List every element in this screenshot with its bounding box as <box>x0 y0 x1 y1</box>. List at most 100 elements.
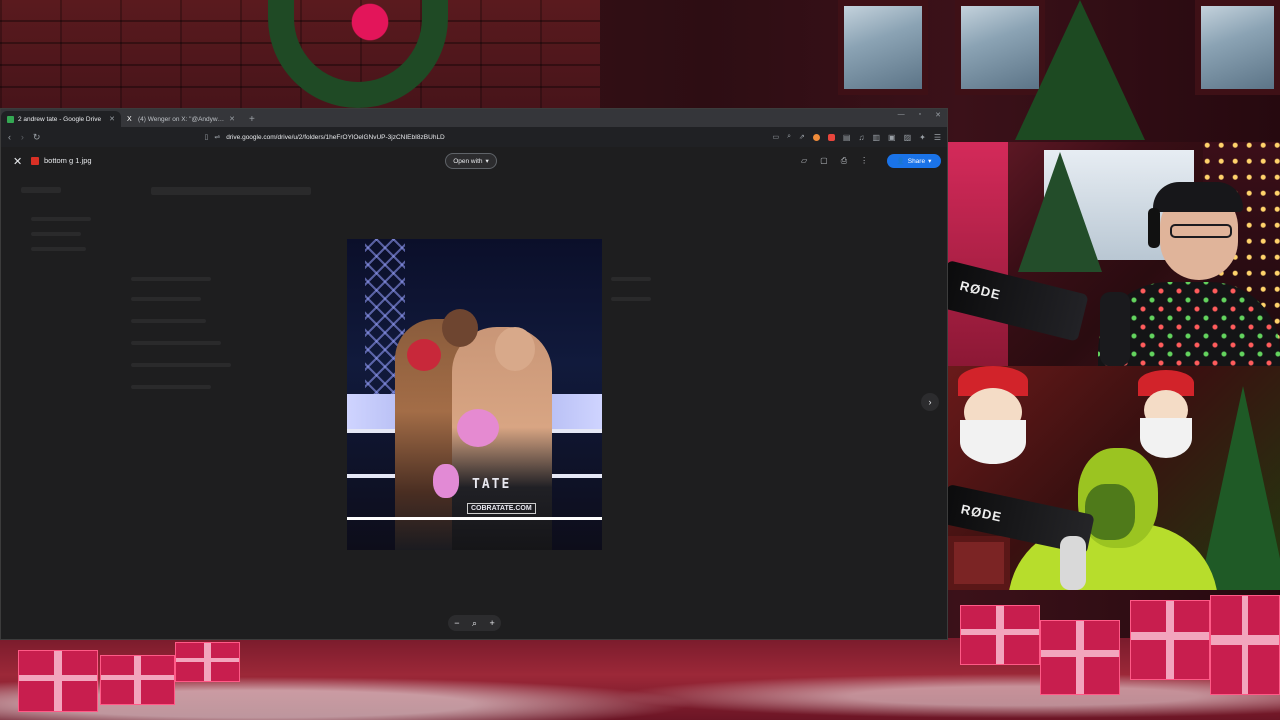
rewards-icon[interactable] <box>827 133 835 141</box>
tab-strip: 2 andrew tate - Google Drive ✕ X (4) Wen… <box>1 109 947 127</box>
back-icon[interactable]: ‹ <box>7 132 12 142</box>
zoom-in-icon[interactable]: + <box>489 618 494 628</box>
open-with-button[interactable]: Open with ▾ <box>445 153 497 169</box>
menu-icon[interactable]: ☰ <box>934 133 941 142</box>
fighter-right-head <box>495 327 535 371</box>
zoom-reset-icon[interactable]: ⌕ <box>472 618 477 629</box>
trunks-text: TATE <box>472 477 512 492</box>
share-button[interactable]: 👤 Share ▾ <box>887 154 941 168</box>
ghost-row <box>131 297 201 301</box>
viewer-actions: ▱ ▢ ⎙ ⋮ <box>801 156 868 166</box>
image-file-icon <box>31 157 39 165</box>
tab-label: 2 andrew tate - Google Drive <box>18 115 102 123</box>
santa-beard <box>1140 418 1192 458</box>
gift-box <box>1130 600 1210 680</box>
forward-icon[interactable]: › <box>20 132 25 142</box>
headphones <box>1148 208 1160 248</box>
tab-google-drive[interactable]: 2 andrew tate - Google Drive ✕ <box>1 111 121 127</box>
drive-image-viewer: ✕ bottom g 1.jpg Open with ▾ ▱ ▢ ⎙ ⋮ 👤 S… <box>1 147 947 639</box>
tab-x[interactable]: X (4) Wenger on X: "@Andywarski http ✕ <box>121 111 241 127</box>
bookmark-icon[interactable]: ▯ <box>204 133 208 141</box>
ghost-breadcrumb <box>151 187 311 195</box>
open-with-label: Open with <box>453 157 483 165</box>
reader-icon[interactable]: ▥ <box>872 133 880 142</box>
url-text: drive.google.com/drive/u/2/folders/1heFr… <box>226 133 445 141</box>
close-icon[interactable]: ✕ <box>229 115 235 123</box>
gift-box <box>1040 620 1120 695</box>
print-icon[interactable]: ⎙ <box>841 156 847 166</box>
drive-icon <box>7 115 14 123</box>
more-options-icon[interactable]: ⋮ <box>860 156 868 166</box>
address-bar[interactable]: ▯ ⇌ drive.google.com/drive/u/2/folders/1… <box>198 131 758 144</box>
gift-box <box>960 605 1040 665</box>
mic-stand <box>1100 292 1130 366</box>
red-glove <box>407 339 441 371</box>
ghost-row <box>131 319 206 323</box>
extension-icons: ▭ ⌕ ⇗ <box>772 133 835 141</box>
close-icon[interactable]: ✕ <box>109 115 115 123</box>
brave-shield-icon[interactable] <box>812 133 820 141</box>
gift-box <box>18 650 98 712</box>
zoom-icon[interactable]: ⌕ <box>787 133 791 141</box>
wreath-bow <box>340 0 400 55</box>
sidebar-icon[interactable]: ▤ <box>843 133 851 142</box>
reload-icon[interactable]: ↻ <box>33 132 41 143</box>
browser-actions: ▤ ♫ ▥ ▣ ▨ ✦ ☰ <box>843 133 941 142</box>
browser-toolbar: ‹ › ↻ ▯ ⇌ drive.google.com/drive/u/2/fol… <box>1 127 947 147</box>
wallet-icon[interactable]: ▣ <box>888 133 896 142</box>
cast-icon[interactable]: ▭ <box>772 133 779 141</box>
new-tab-button[interactable]: + <box>241 111 263 127</box>
ghost-sidebar <box>31 247 86 251</box>
mic-brand-label: RØDE <box>959 501 1004 525</box>
chevron-down-icon: ▾ <box>928 158 932 165</box>
site-info-icon[interactable]: ⇌ <box>214 133 220 141</box>
music-icon[interactable]: ♫ <box>858 133 864 142</box>
comment-icon[interactable]: ▢ <box>820 156 828 166</box>
mic-brand-label: RØDE <box>958 277 1003 303</box>
ghost-sidebar <box>31 232 81 236</box>
background-tree <box>1198 386 1280 590</box>
pink-glove <box>433 464 459 498</box>
chevron-down-icon: ▾ <box>485 158 489 165</box>
snowy-window <box>838 0 928 95</box>
vpn-icon[interactable]: ▨ <box>904 133 912 142</box>
gift-box <box>100 655 175 705</box>
fireplace <box>948 536 1010 590</box>
boxing-photo: TATE COBRATATE.COM <box>347 239 602 550</box>
add-to-folder-icon[interactable]: ▱ <box>801 156 807 166</box>
minimize-icon[interactable]: — <box>898 111 905 119</box>
fighter-left-head <box>442 309 478 347</box>
ghost-row <box>131 363 231 367</box>
santa-beard <box>960 420 1026 464</box>
ghost-row <box>131 341 221 345</box>
next-image-button[interactable]: › <box>921 393 939 411</box>
x-logo-icon: X <box>127 115 132 123</box>
tab-label: (4) Wenger on X: "@Andywarski http <box>138 115 225 123</box>
grinch-face <box>1085 484 1135 540</box>
pink-glove <box>457 409 499 447</box>
maximize-icon[interactable]: ▫ <box>919 111 921 119</box>
gift-box <box>1210 595 1280 695</box>
person-icon: 👤 <box>896 158 905 165</box>
webcam-grinch: RØDE <box>948 366 1280 590</box>
ghost-new-button <box>21 187 61 193</box>
viewer-header: ✕ bottom g 1.jpg Open with ▾ ▱ ▢ ⎙ ⋮ 👤 S… <box>1 147 947 175</box>
ghost-row <box>611 297 651 301</box>
close-viewer-icon[interactable]: ✕ <box>13 155 22 168</box>
close-window-icon[interactable]: ✕ <box>935 111 941 119</box>
webcam-streamer: RØDE <box>948 142 1280 366</box>
zoom-out-icon[interactable]: − <box>454 618 459 628</box>
share-page-icon[interactable]: ⇗ <box>799 133 805 141</box>
white-line <box>347 517 602 520</box>
ghost-row <box>131 277 211 281</box>
ghost-row <box>131 385 211 389</box>
ghost-sidebar <box>31 217 91 221</box>
pink-wall <box>948 142 1008 366</box>
background-tree <box>1018 152 1102 272</box>
snowy-window <box>1195 0 1280 95</box>
extensions-icon[interactable]: ✦ <box>919 133 926 142</box>
window-controls: — ▫ ✕ <box>898 111 941 119</box>
black-cap <box>1153 182 1243 212</box>
glasses <box>1170 224 1232 238</box>
mic-stand <box>1060 536 1086 590</box>
